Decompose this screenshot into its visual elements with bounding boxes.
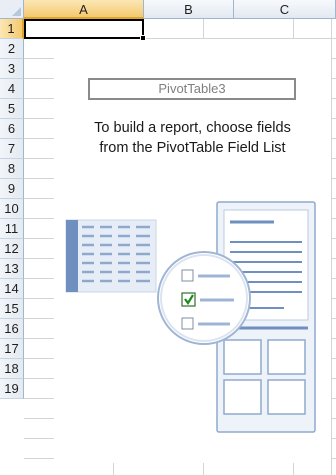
pivot-instruction-line-2: from the PivotTable Field List xyxy=(99,140,286,156)
column-header-b[interactable]: B xyxy=(144,0,234,19)
column-header-c[interactable]: C xyxy=(234,0,336,19)
row-header[interactable]: 2 xyxy=(0,39,24,59)
row-header[interactable]: 19 xyxy=(0,379,24,399)
field-list-magnifier-icon xyxy=(157,251,251,345)
pivot-field-list-illustration-icon xyxy=(65,201,316,433)
active-cell-a1[interactable] xyxy=(24,19,144,39)
spreadsheet: A B C 1 2 3 4 5 6 7 8 9 10 11 12 13 14 15 16 17 18 19 Pivo… xyxy=(0,0,336,475)
row-header[interactable]: 5 xyxy=(0,99,24,119)
gridline xyxy=(331,19,332,475)
row-header[interactable]: 17 xyxy=(0,339,24,359)
row-header[interactable]: 16 xyxy=(0,319,24,339)
select-all-button[interactable] xyxy=(0,0,24,19)
row-header[interactable]: 9 xyxy=(0,179,24,199)
row-header[interactable]: 4 xyxy=(0,79,24,99)
row-header[interactable]: 10 xyxy=(0,199,24,219)
select-all-triangle-icon xyxy=(12,7,21,16)
row-header[interactable]: 15 xyxy=(0,299,24,319)
pivot-table-name: PivotTable3 xyxy=(88,78,296,100)
row-header[interactable]: 8 xyxy=(0,159,24,179)
column-header-a[interactable]: A xyxy=(24,0,144,19)
row-header[interactable]: 18 xyxy=(0,359,24,379)
row-header[interactable]: 7 xyxy=(0,139,24,159)
pivot-instruction-line-1: To build a report, choose fields xyxy=(94,120,291,136)
row-header[interactable]: 6 xyxy=(0,119,24,139)
row-header[interactable]: 1 xyxy=(0,19,24,39)
row-header[interactable]: 12 xyxy=(0,239,24,259)
row-header[interactable]: 13 xyxy=(0,259,24,279)
pivot-instructions: To build a report, choose fields from th… xyxy=(54,118,331,158)
fill-handle[interactable] xyxy=(140,35,146,41)
row-header[interactable]: 11 xyxy=(0,219,24,239)
row-header[interactable]: 14 xyxy=(0,279,24,299)
row-header[interactable]: 3 xyxy=(0,59,24,79)
field-table-icon xyxy=(65,219,157,293)
